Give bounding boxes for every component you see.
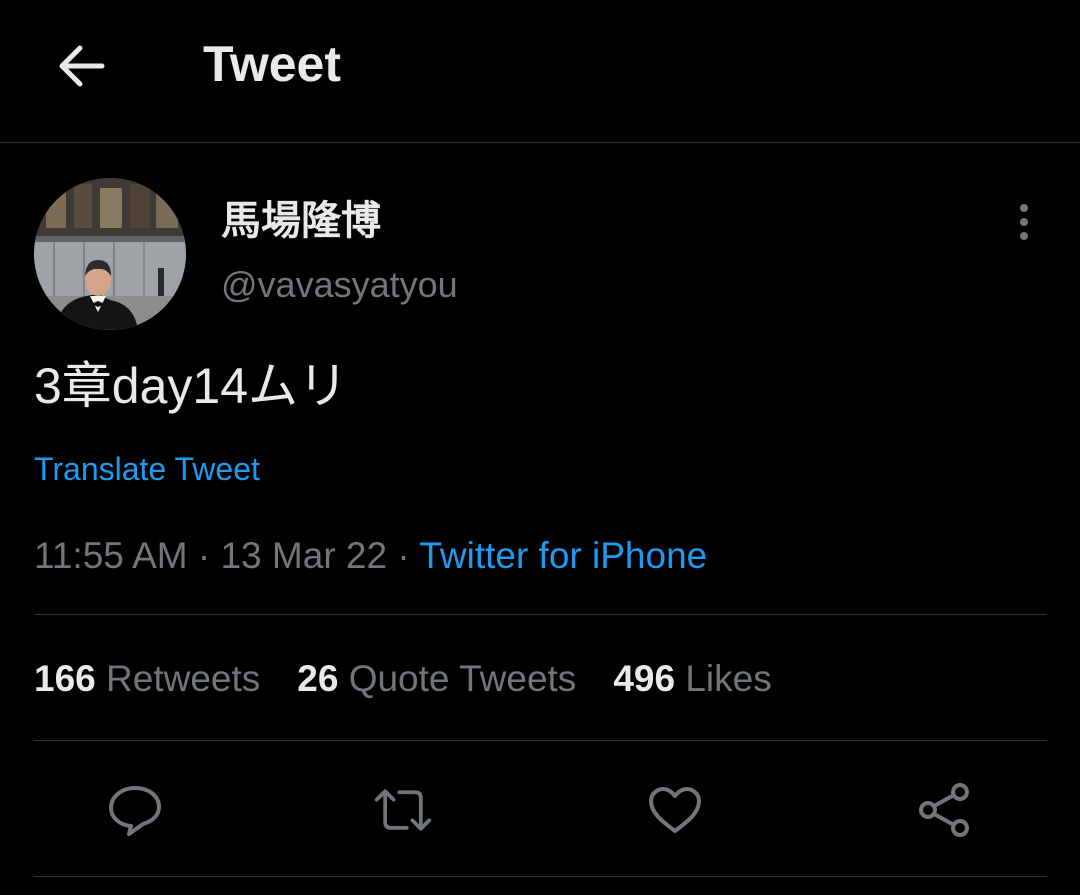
retweet-button[interactable] — [373, 780, 433, 840]
like-icon — [649, 787, 701, 833]
retweet-icon — [374, 789, 432, 831]
tweet-time: 11:55 AM — [34, 535, 188, 576]
quote-tweets-count: 26 — [297, 658, 339, 699]
quote-tweets-stat[interactable]: 26 Quote Tweets — [297, 655, 576, 703]
author-handle[interactable]: @vavasyatyou — [221, 262, 458, 308]
like-button[interactable] — [645, 780, 705, 840]
page-title: Tweet — [203, 36, 341, 92]
share-button[interactable] — [915, 780, 975, 840]
divider — [34, 740, 1047, 741]
tweet-source-link[interactable]: Twitter for iPhone — [419, 535, 707, 576]
meta-separator: · — [197, 535, 211, 576]
reply-icon — [109, 786, 161, 836]
reply-button[interactable] — [105, 780, 165, 840]
likes-count: 496 — [613, 658, 676, 699]
tweet-date: 13 Mar 22 — [220, 535, 388, 576]
tweet-stats: 166 Retweets 26 Quote Tweets 496 Likes — [34, 654, 809, 704]
divider — [34, 614, 1047, 615]
arrow-left-icon — [59, 45, 105, 87]
translate-tweet-link[interactable]: Translate Tweet — [34, 448, 260, 490]
retweets-stat[interactable]: 166 Retweets — [34, 655, 260, 703]
tweet-text: 3章day14ムリ — [34, 358, 349, 414]
more-options-button[interactable] — [1000, 198, 1048, 246]
tweet-metadata: 11:55 AM · 13 Mar 22 · Twitter for iPhon… — [34, 533, 707, 579]
author-display-name[interactable]: 馬場隆博 — [221, 196, 381, 246]
avatar-photo — [34, 178, 186, 330]
share-icon — [919, 783, 969, 837]
meta-separator: · — [397, 535, 410, 576]
more-vertical-icon — [1020, 204, 1028, 240]
retweets-count: 166 — [34, 658, 96, 699]
back-button[interactable] — [50, 38, 110, 94]
avatar[interactable] — [34, 178, 186, 330]
top-app-bar: Tweet — [0, 0, 1080, 143]
likes-label: Likes — [685, 658, 772, 699]
likes-stat[interactable]: 496 Likes — [613, 655, 771, 703]
quote-tweets-label: Quote Tweets — [348, 658, 577, 699]
retweets-label: Retweets — [106, 658, 261, 699]
divider — [34, 876, 1047, 877]
